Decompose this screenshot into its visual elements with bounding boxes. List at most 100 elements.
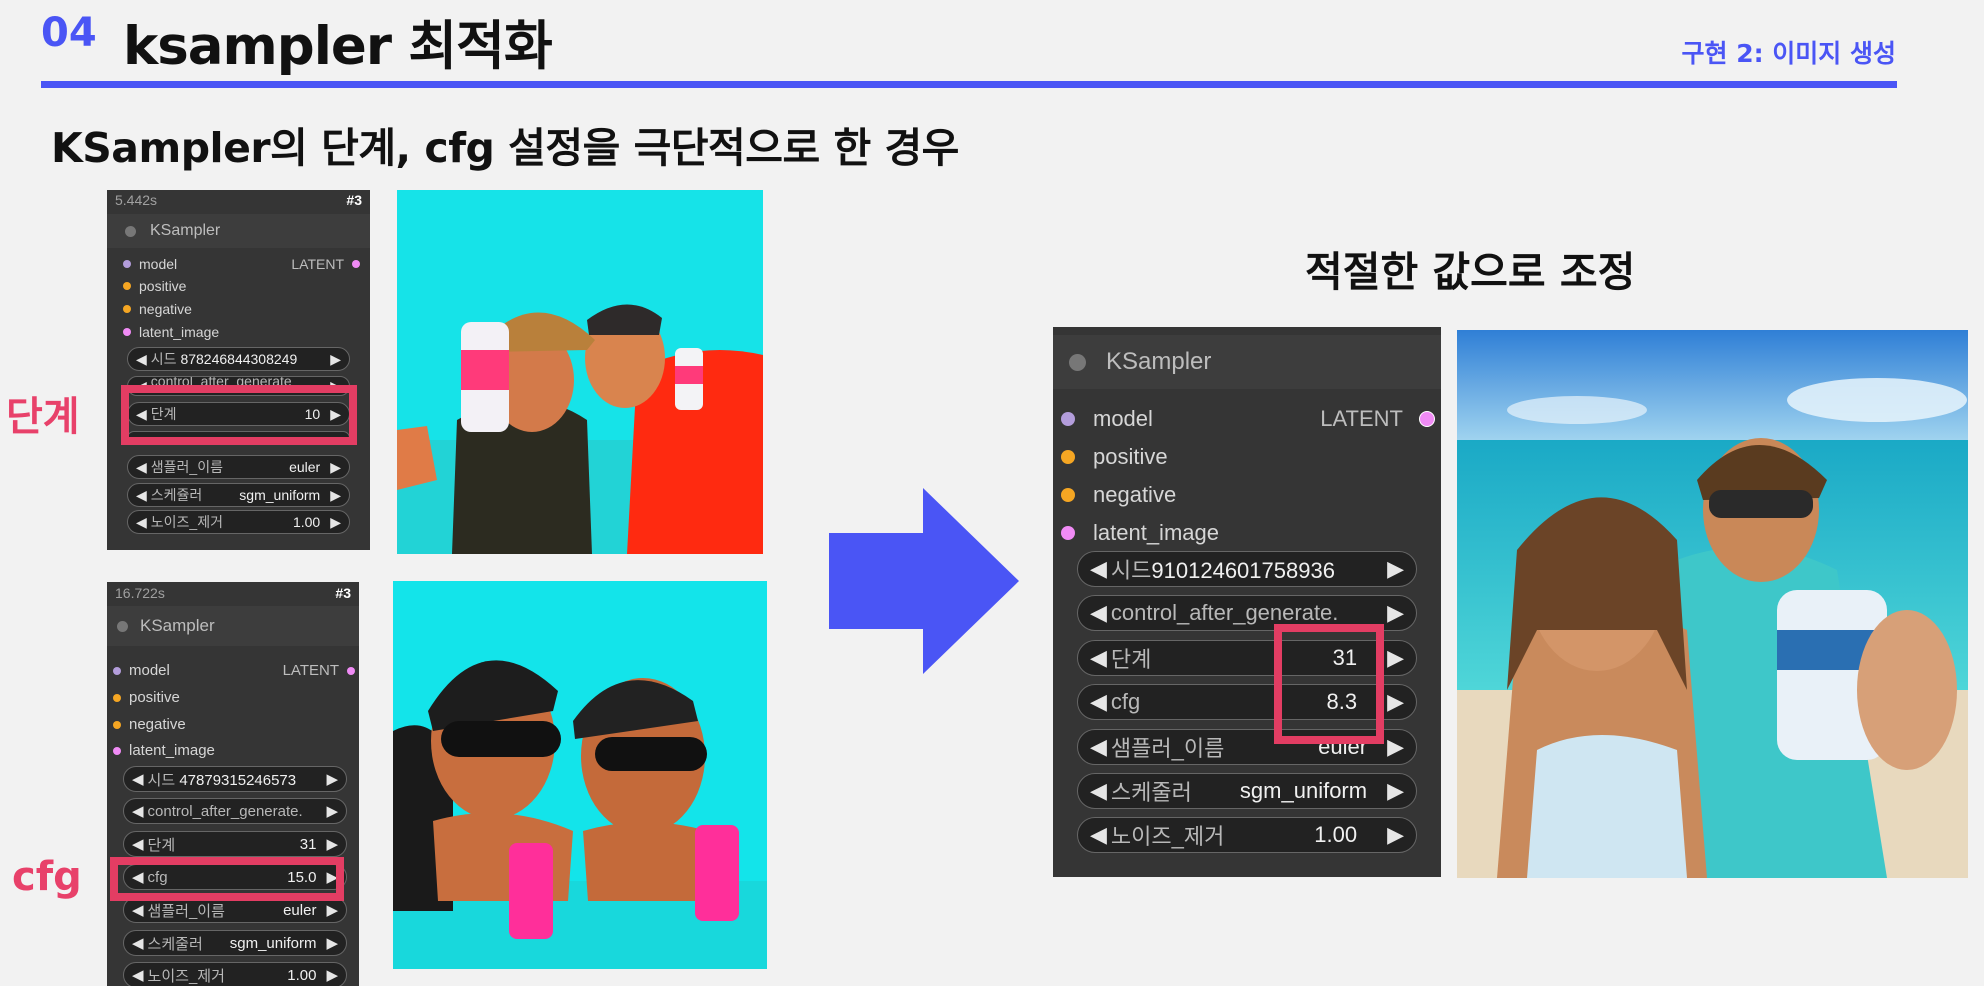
- decrement-arrow-icon[interactable]: ◀: [1090, 600, 1107, 626]
- decrement-arrow-icon[interactable]: ◀: [132, 966, 144, 984]
- latent-socket-icon[interactable]: [1061, 526, 1075, 540]
- decrement-arrow-icon[interactable]: ◀: [136, 459, 147, 476]
- sampler-widget[interactable]: ◀ 샘플러_이름 euler ▶: [127, 455, 350, 479]
- latent-output-socket-icon[interactable]: [352, 260, 360, 268]
- decrement-arrow-icon[interactable]: ◀: [132, 901, 144, 919]
- increment-arrow-icon[interactable]: ▶: [326, 770, 338, 788]
- input-label: negative: [129, 716, 186, 733]
- ksampler-node-2[interactable]: 16.722s #3 KSampler model positive negat…: [107, 582, 359, 986]
- positive-socket-icon[interactable]: [113, 693, 121, 702]
- steps-widget[interactable]: ◀ 단계 31 ▶: [123, 831, 347, 857]
- decrement-arrow-icon[interactable]: ◀: [1090, 645, 1107, 671]
- increment-arrow-icon[interactable]: ▶: [1387, 822, 1404, 848]
- denoise-label: 노이즈_제거: [147, 967, 225, 985]
- latent-output-socket-icon[interactable]: [1419, 411, 1435, 427]
- decrement-arrow-icon[interactable]: ◀: [1090, 822, 1107, 848]
- increment-arrow-icon[interactable]: ▶: [1387, 556, 1404, 582]
- input-negative[interactable]: negative: [113, 716, 186, 733]
- increment-arrow-icon[interactable]: ▶: [326, 835, 338, 853]
- input-model[interactable]: model: [1061, 406, 1153, 432]
- model-socket-icon[interactable]: [123, 260, 131, 268]
- input-latent-image[interactable]: latent_image: [123, 324, 219, 340]
- seed-widget[interactable]: ◀ 시드910124601758936 ▶: [1077, 551, 1417, 587]
- node-title: KSampler: [1106, 348, 1212, 375]
- control-value: control_after_generate.: [1110, 600, 1339, 625]
- increment-arrow-icon[interactable]: ▶: [326, 802, 338, 820]
- model-socket-icon[interactable]: [113, 666, 121, 675]
- increment-arrow-icon[interactable]: ▶: [330, 459, 341, 476]
- negative-socket-icon[interactable]: [1061, 488, 1075, 502]
- increment-arrow-icon[interactable]: ▶: [330, 514, 341, 531]
- input-positive[interactable]: positive: [123, 278, 186, 294]
- increment-arrow-icon[interactable]: ▶: [1387, 645, 1404, 671]
- scheduler-value: sgm_uniform: [1239, 778, 1368, 803]
- decrement-arrow-icon[interactable]: ◀: [132, 934, 144, 952]
- input-negative[interactable]: negative: [123, 301, 192, 317]
- increment-arrow-icon[interactable]: ▶: [1387, 600, 1404, 626]
- positive-socket-icon[interactable]: [1061, 450, 1075, 464]
- ksampler-node-3[interactable]: KSampler model positive negative latent_…: [1053, 327, 1441, 877]
- node-header[interactable]: KSampler: [107, 606, 359, 646]
- increment-arrow-icon[interactable]: ▶: [326, 966, 338, 984]
- collapse-dot-icon[interactable]: [117, 620, 128, 632]
- ksampler-node-1[interactable]: 5.442s #3 KSampler model positive negati…: [107, 190, 370, 550]
- increment-arrow-icon[interactable]: ▶: [330, 487, 341, 504]
- decrement-arrow-icon[interactable]: ◀: [1090, 778, 1107, 804]
- positive-socket-icon[interactable]: [123, 282, 131, 290]
- decrement-arrow-icon[interactable]: ◀: [132, 770, 144, 788]
- negative-socket-icon[interactable]: [113, 720, 121, 729]
- increment-arrow-icon[interactable]: ▶: [330, 351, 341, 368]
- input-model[interactable]: model: [113, 662, 170, 679]
- output-latent[interactable]: LATENT: [291, 256, 360, 272]
- scheduler-widget[interactable]: ◀ 스케줄러 sgm_uniform ▶: [1077, 773, 1417, 809]
- control-after-generate-widget[interactable]: ◀ control_after_generate. ▶: [123, 798, 347, 824]
- increment-arrow-icon[interactable]: ▶: [1387, 734, 1404, 760]
- input-positive[interactable]: positive: [113, 689, 180, 706]
- input-positive[interactable]: positive: [1061, 444, 1168, 470]
- decrement-arrow-icon[interactable]: ◀: [1090, 734, 1107, 760]
- node-header[interactable]: KSampler: [1053, 335, 1441, 389]
- section-label: 구현 2: 이미지 생성: [1681, 39, 1896, 68]
- decrement-arrow-icon[interactable]: ◀: [1090, 556, 1107, 582]
- collapse-dot-icon[interactable]: [1069, 353, 1086, 371]
- decrement-arrow-icon[interactable]: ◀: [132, 835, 144, 853]
- input-negative[interactable]: negative: [1061, 482, 1176, 508]
- latent-socket-icon[interactable]: [113, 746, 121, 755]
- scheduler-widget[interactable]: ◀ 스케쥴러 sgm_uniform ▶: [127, 483, 350, 507]
- latent-output-socket-icon[interactable]: [347, 666, 355, 675]
- decrement-arrow-icon[interactable]: ◀: [1090, 689, 1107, 715]
- increment-arrow-icon[interactable]: ▶: [1387, 778, 1404, 804]
- input-latent-image[interactable]: latent_image: [1061, 520, 1219, 546]
- big-right-arrow-icon: [829, 488, 1019, 674]
- decrement-arrow-icon[interactable]: ◀: [136, 514, 147, 531]
- denoise-widget[interactable]: ◀ 노이즈_제거 1.00 ▶: [1077, 817, 1417, 853]
- seed-widget[interactable]: ◀ 시드 47879315246573 ▶: [123, 766, 347, 792]
- denoise-widget[interactable]: ◀ 노이즈_제거 1.00 ▶: [123, 962, 347, 986]
- seed-widget[interactable]: ◀ 시드 878246844308249 ▶: [127, 347, 350, 371]
- model-socket-icon[interactable]: [1061, 412, 1075, 426]
- denoise-value: 1.00: [1314, 822, 1358, 847]
- latent-socket-icon[interactable]: [123, 328, 131, 336]
- seed-label: 시드: [147, 771, 176, 789]
- decrement-arrow-icon[interactable]: ◀: [136, 351, 147, 368]
- denoise-label: 노이즈_제거: [1110, 824, 1225, 849]
- output-latent[interactable]: LATENT: [283, 662, 355, 679]
- output-latent[interactable]: LATENT: [1320, 406, 1435, 432]
- decrement-arrow-icon[interactable]: ◀: [136, 487, 147, 504]
- increment-arrow-icon[interactable]: ▶: [326, 901, 338, 919]
- denoise-widget[interactable]: ◀ 노이즈_제거 1.00 ▶: [127, 510, 350, 534]
- input-label: model: [139, 256, 178, 272]
- scheduler-widget[interactable]: ◀ 스케줄러 sgm_uniform ▶: [123, 930, 347, 956]
- collapse-dot-icon[interactable]: [125, 225, 136, 237]
- seed-label: 시드: [150, 351, 177, 367]
- input-latent-image[interactable]: latent_image: [113, 742, 215, 759]
- input-model[interactable]: model: [123, 256, 177, 272]
- control-value: control_after_generate.: [147, 802, 303, 820]
- scheduler-value: sgm_uniform: [239, 487, 321, 503]
- negative-socket-icon[interactable]: [123, 305, 131, 313]
- increment-arrow-icon[interactable]: ▶: [1387, 689, 1404, 715]
- steps-cfg-highlight-box: [1274, 624, 1384, 744]
- increment-arrow-icon[interactable]: ▶: [326, 934, 338, 952]
- node-header[interactable]: KSampler: [107, 214, 370, 248]
- decrement-arrow-icon[interactable]: ◀: [132, 802, 144, 820]
